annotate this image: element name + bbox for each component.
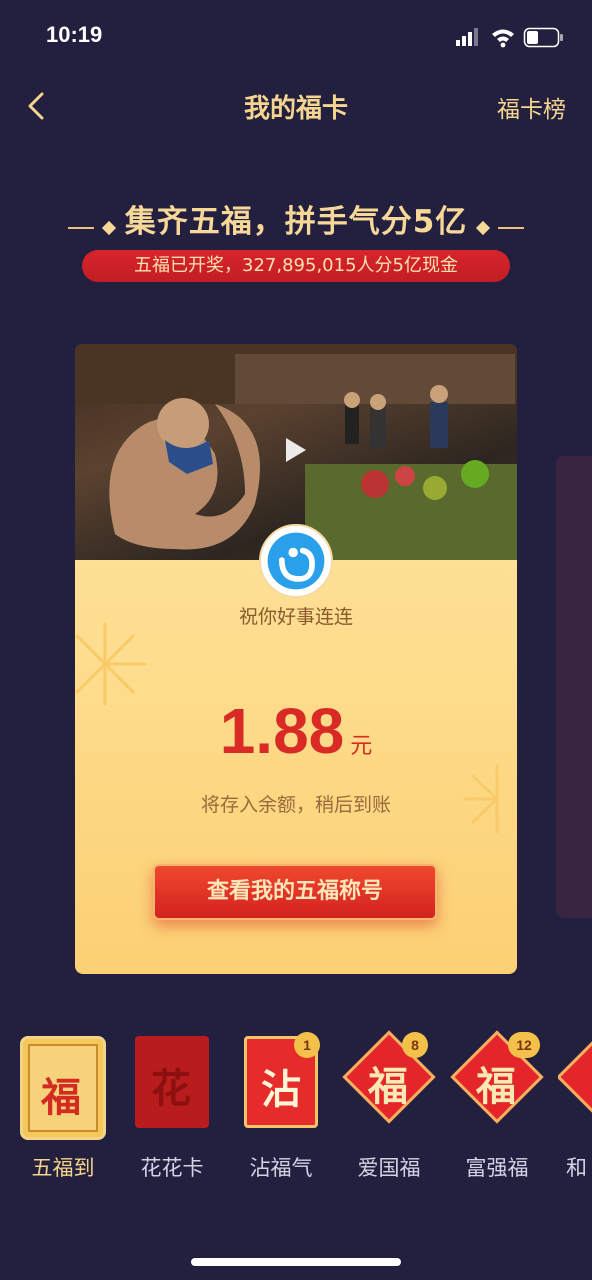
count-badge: 8 — [402, 1032, 428, 1058]
fu-glyph: 沾 — [261, 1066, 301, 1113]
fu-card-huahua[interactable]: 花 — [135, 1036, 209, 1128]
count-badge: 12 — [508, 1032, 540, 1058]
wish-text: 祝你好事连连 — [238, 606, 353, 628]
fu-card-label: 和 — [566, 1156, 587, 1180]
navigation-bar: 我的福卡 福卡榜 — [0, 78, 592, 134]
status-bar: 10:19 — [0, 0, 592, 70]
sender-avatar — [259, 524, 333, 598]
diamond-icon — [476, 220, 491, 235]
decorative-line — [498, 226, 525, 229]
fu-card-label: 五福到 — [31, 1156, 95, 1180]
reward-card: 祝你好事连连 1.88 元 将存入余额，稍后到账 查看我的五福称号 — [75, 344, 517, 974]
signal-icon — [456, 28, 478, 46]
lottery-result-banner: 五福已开奖，327,895,015人分5亿现金 — [82, 250, 510, 282]
headline-text: 集齐五福，拼手气分5亿 — [124, 204, 468, 240]
reward-amount: 1.88 元 — [75, 694, 517, 768]
fu-glyph: 福 — [476, 1063, 516, 1110]
leaderboard-link[interactable]: 福卡榜 — [497, 90, 566, 124]
amount-unit: 元 — [350, 734, 373, 759]
fu-glyph: 花 — [151, 1065, 191, 1112]
fu-card-hexiefu[interactable] — [558, 1036, 592, 1136]
diamond-icon — [101, 220, 116, 235]
fu-glyph: 福 — [41, 1074, 81, 1121]
amount-value: 1.88 — [219, 695, 345, 767]
fu-card-label: 花花卡 — [140, 1156, 204, 1180]
wifi-icon — [492, 29, 514, 48]
fu-card-label: 爱国福 — [357, 1156, 421, 1180]
status-time: 10:19 — [46, 22, 103, 47]
fu-card-label: 富强福 — [465, 1156, 529, 1180]
fu-cards-row: 福 五福到 花 花花卡 沾 1 沾福气 福 8 爱国福 福 12 富强福 和 — [0, 1030, 592, 1186]
status-icons — [456, 27, 563, 48]
fu-glyph: 福 — [368, 1063, 408, 1110]
view-title-button[interactable]: 查看我的五福称号 — [153, 864, 437, 920]
headline: 集齐五福，拼手气分5亿 — [0, 196, 592, 246]
home-indicator[interactable] — [191, 1258, 401, 1266]
decorative-line — [67, 226, 94, 229]
fu-card-label: 沾福气 — [249, 1156, 313, 1180]
battery-icon — [523, 27, 563, 48]
count-badge: 1 — [294, 1032, 320, 1058]
play-icon[interactable] — [286, 438, 306, 462]
fu-card-wufudao[interactable]: 福 — [20, 1036, 106, 1140]
next-card-peek[interactable] — [556, 456, 592, 918]
deposit-note: 将存入余额，稍后到账 — [200, 794, 391, 816]
